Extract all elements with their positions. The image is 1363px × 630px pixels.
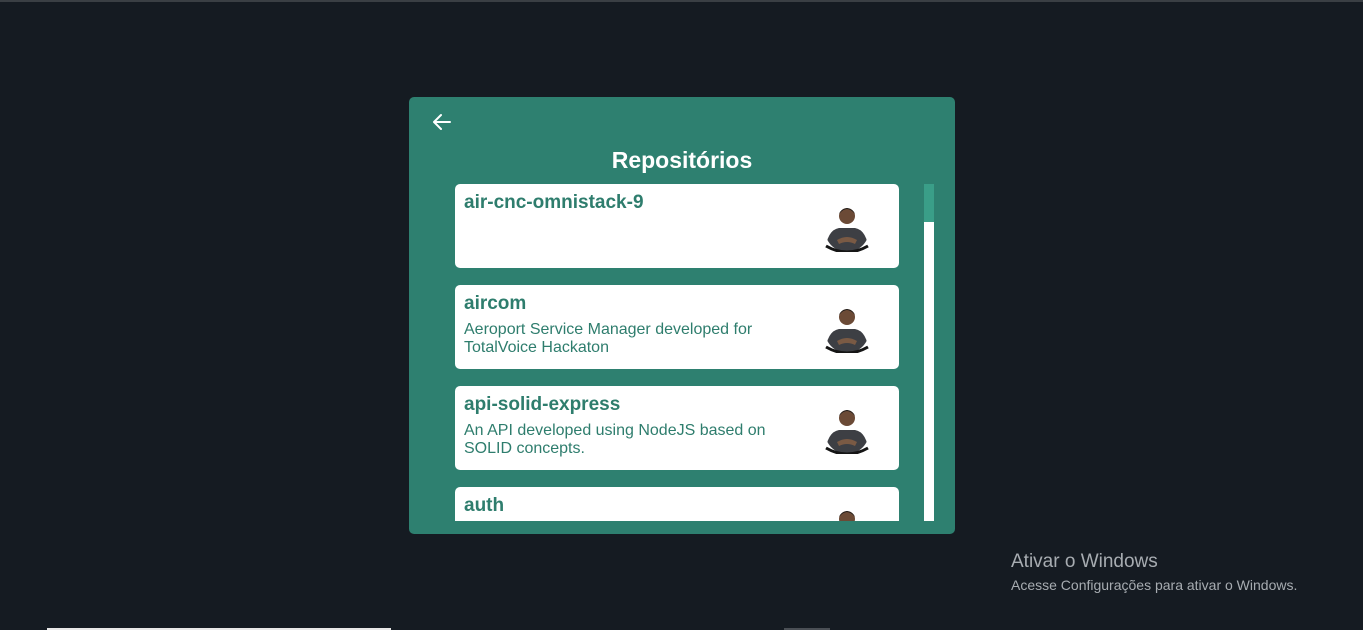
repo-description: Aeroport Service Manager developed for T…	[464, 321, 753, 356]
page-title: Repositórios	[611, 147, 753, 173]
windows-activation-subtitle: Acesse Configurações para ativar o Windo…	[1011, 577, 1298, 593]
repo-card-air-cnc-omnistack-9[interactable]: air-cnc-omnistack-9	[455, 184, 899, 268]
user-avatar	[825, 410, 869, 454]
repo-description: An API developed using NodeJS based on S…	[464, 422, 766, 457]
back-button[interactable]	[429, 109, 455, 135]
repo-card-aircom[interactable]: aircom Aeroport Service Manager develope…	[455, 285, 899, 369]
repository-list[interactable]: air-cnc-omnistack-9 aircom Aeroport Serv…	[455, 184, 899, 521]
arrow-left-icon	[433, 114, 451, 130]
repo-name: auth	[464, 495, 505, 516]
repo-card-api-solid-express[interactable]: api-solid-express An API developed using…	[455, 386, 899, 470]
windows-activation-title: Ativar o Windows	[1011, 551, 1158, 572]
repo-name: aircom	[464, 293, 527, 314]
repo-name: api-solid-express	[464, 394, 621, 415]
scrollbar-thumb[interactable]	[924, 184, 934, 222]
repositories-panel: Repositórios air-cnc-omnistack-9 aircom …	[409, 97, 955, 534]
window-top-edge	[0, 0, 1363, 2]
repo-card-auth[interactable]: auth	[455, 487, 899, 521]
repo-name: air-cnc-omnistack-9	[464, 192, 644, 213]
user-avatar	[825, 208, 869, 252]
list-scrollbar[interactable]	[924, 184, 934, 521]
user-avatar	[825, 511, 869, 521]
user-avatar	[825, 309, 869, 353]
